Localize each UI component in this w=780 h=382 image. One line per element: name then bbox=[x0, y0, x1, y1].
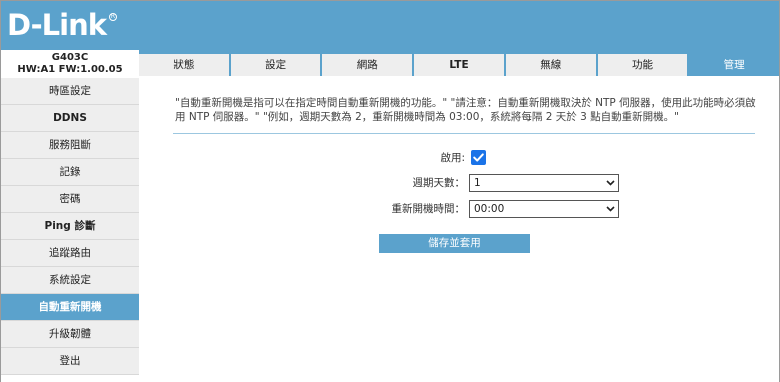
hw-fw-version: HW:A1 FW:1.00.05 bbox=[17, 64, 123, 75]
model-name: G403C bbox=[51, 52, 89, 63]
tab-network[interactable]: 網路 bbox=[322, 54, 413, 76]
sidebar-item-dos[interactable]: 服務阻斷 bbox=[1, 132, 139, 159]
tab-lte[interactable]: LTE bbox=[414, 54, 504, 76]
check-icon bbox=[473, 153, 484, 162]
tab-management[interactable]: 管理 bbox=[689, 54, 780, 76]
tab-features[interactable]: 功能 bbox=[597, 54, 688, 76]
auto-reboot-description: "自動重新開機是指可以在指定時間自動重新開機的功能。" "請注意：自動重新開機取… bbox=[175, 97, 756, 123]
top-tab-bar: 狀態 設定 網路 LTE 無線 功能 管理 bbox=[139, 50, 780, 76]
sidebar-item-traceroute[interactable]: 追蹤路由 bbox=[1, 240, 139, 267]
reboot-time-value: 00:00 bbox=[474, 203, 505, 215]
sidebar-item-system-settings[interactable]: 系統設定 bbox=[1, 267, 139, 294]
tab-setup[interactable]: 設定 bbox=[230, 54, 321, 76]
sidebar-item-password[interactable]: 密碼 bbox=[1, 186, 139, 213]
save-apply-button[interactable]: 儲存並套用 bbox=[379, 234, 530, 253]
sidebar-item-log[interactable]: 記錄 bbox=[1, 159, 139, 186]
sidebar-item-auto-reboot[interactable]: 自動重新開機 bbox=[1, 294, 139, 321]
cycle-days-select[interactable]: 1 bbox=[469, 174, 619, 192]
chevron-down-icon bbox=[606, 175, 615, 197]
main-content: "自動重新開機是指可以在指定時間自動重新開機的功能。" "請注意：自動重新開機取… bbox=[139, 76, 779, 382]
sidebar-item-firmware-upgrade[interactable]: 升級韌體 bbox=[1, 321, 139, 348]
top-header: D-Link R bbox=[1, 1, 779, 50]
registered-mark: R bbox=[109, 13, 117, 21]
section-divider bbox=[173, 133, 755, 134]
sidebar-item-logout[interactable]: 登出 bbox=[1, 348, 139, 375]
enable-checkbox[interactable] bbox=[471, 150, 486, 165]
tab-status[interactable]: 狀態 bbox=[139, 54, 229, 76]
dlink-logo: D-Link bbox=[7, 8, 107, 42]
chevron-down-icon bbox=[606, 201, 615, 223]
cycle-days-label: 週期天數： bbox=[412, 177, 466, 189]
sidebar-menu: 時區設定 DDNS 服務阻斷 記錄 密碼 Ping 診斷 追蹤路由 系統設定 自… bbox=[1, 78, 139, 382]
enable-label: 啟用: bbox=[440, 152, 465, 164]
reboot-time-select[interactable]: 00:00 bbox=[469, 200, 619, 218]
sidebar-item-ddns[interactable]: DDNS bbox=[1, 105, 139, 132]
sidebar-item-ping[interactable]: Ping 診斷 bbox=[1, 213, 139, 240]
sidebar-item-time-zone[interactable]: 時區設定 bbox=[1, 78, 139, 105]
reboot-time-label: 重新開機時間： bbox=[391, 203, 466, 215]
device-info: G403C HW:A1 FW:1.00.05 bbox=[1, 50, 139, 78]
tab-wireless[interactable]: 無線 bbox=[505, 54, 596, 76]
cycle-days-value: 1 bbox=[474, 177, 481, 189]
